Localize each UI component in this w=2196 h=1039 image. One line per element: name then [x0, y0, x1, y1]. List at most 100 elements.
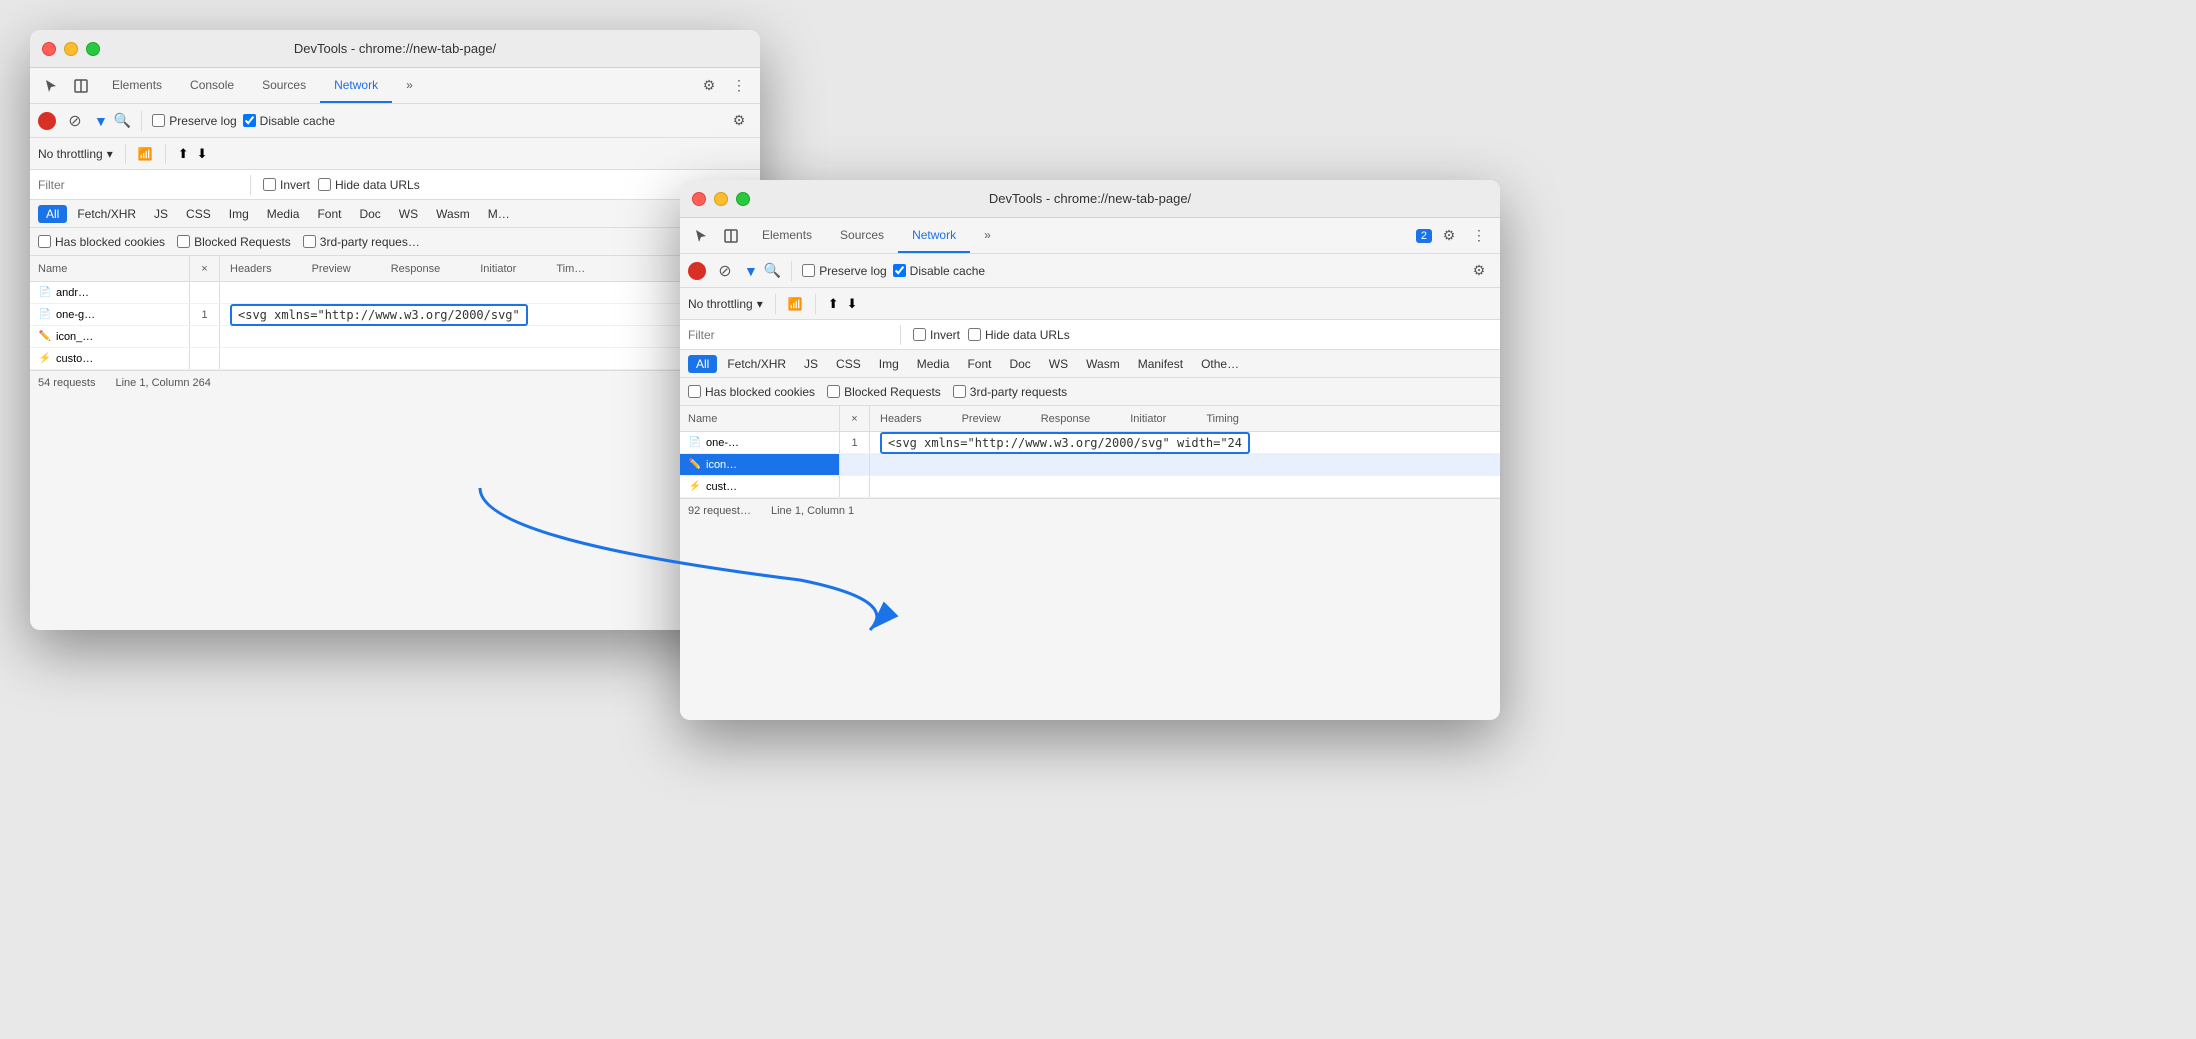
minimize-button-1[interactable]: [64, 42, 78, 56]
preserve-log-checkbox-1[interactable]: Preserve log: [152, 114, 236, 128]
filter-manifest-2[interactable]: Manifest: [1130, 355, 1191, 373]
invert-input-2[interactable]: [913, 328, 926, 341]
table-row-icon[interactable]: ✏️ icon_…: [30, 326, 760, 348]
search-icon-2[interactable]: 🔍: [764, 262, 781, 279]
third-party-checkbox-1[interactable]: 3rd-party reques…: [303, 235, 420, 249]
blocked-cookies-input-2[interactable]: [688, 385, 701, 398]
filter-icon-2[interactable]: ▼: [744, 263, 758, 279]
disable-cache-checkbox-2[interactable]: Disable cache: [893, 264, 985, 278]
filter-css-1[interactable]: CSS: [178, 205, 219, 223]
more-icon-1[interactable]: ⋮: [726, 73, 752, 99]
maximize-button-2[interactable]: [736, 192, 750, 206]
cursor-icon-2[interactable]: [688, 223, 714, 249]
filter-input-2[interactable]: [688, 328, 888, 342]
third-party-checkbox-2[interactable]: 3rd-party requests: [953, 385, 1067, 399]
blocked-cookies-input-1[interactable]: [38, 235, 51, 248]
panels-icon-2[interactable]: [718, 223, 744, 249]
filter-ws-2[interactable]: WS: [1041, 355, 1076, 373]
blocked-requests-input-2[interactable]: [827, 385, 840, 398]
filter-all-1[interactable]: All: [38, 205, 67, 223]
maximize-button-1[interactable]: [86, 42, 100, 56]
preserve-log-checkbox-2[interactable]: Preserve log: [802, 264, 886, 278]
tab-sources-2[interactable]: Sources: [826, 218, 898, 253]
preserve-log-input-2[interactable]: [802, 264, 815, 277]
filter-icon-1[interactable]: ▼: [94, 113, 108, 129]
close-button-2[interactable]: [692, 192, 706, 206]
hide-data-checkbox-1[interactable]: Hide data URLs: [318, 178, 420, 192]
third-party-input-2[interactable]: [953, 385, 966, 398]
tab-elements-2[interactable]: Elements: [748, 218, 826, 253]
filter-all-2[interactable]: All: [688, 355, 717, 373]
disable-cache-input-1[interactable]: [243, 114, 256, 127]
blocked-cookies-checkbox-2[interactable]: Has blocked cookies: [688, 385, 815, 399]
table-row-oneg[interactable]: 📄 one-g… 1 <svg xmlns="http://www.w3.org…: [30, 304, 760, 326]
filter-img-2[interactable]: Img: [871, 355, 907, 373]
close-button-1[interactable]: [42, 42, 56, 56]
invert-checkbox-1[interactable]: Invert: [263, 178, 310, 192]
blocked-requests-input-1[interactable]: [177, 235, 190, 248]
table-row-cust-2[interactable]: ⚡ cust…: [680, 476, 1500, 498]
search-icon-1[interactable]: 🔍: [114, 112, 131, 129]
disable-cache-checkbox-1[interactable]: Disable cache: [243, 114, 335, 128]
filter-input-1[interactable]: [38, 178, 238, 192]
cursor-icon[interactable]: [38, 73, 64, 99]
tab-console-1[interactable]: Console: [176, 68, 248, 103]
filter-media-1[interactable]: Media: [259, 205, 308, 223]
filter-js-2[interactable]: JS: [796, 355, 826, 373]
filter-wasm-2[interactable]: Wasm: [1078, 355, 1128, 373]
filter-xhr-2[interactable]: Fetch/XHR: [719, 355, 794, 373]
filter-xhr-1[interactable]: Fetch/XHR: [69, 205, 144, 223]
hide-data-input-1[interactable]: [318, 178, 331, 191]
tab-network-2[interactable]: Network: [898, 218, 970, 253]
blocked-requests-checkbox-1[interactable]: Blocked Requests: [177, 235, 291, 249]
filter-wasm-1[interactable]: Wasm: [428, 205, 478, 223]
col-response-label-2: Response: [1041, 413, 1091, 425]
preserve-log-input-1[interactable]: [152, 114, 165, 127]
filter-doc-2[interactable]: Doc: [1001, 355, 1038, 373]
filter-font-2[interactable]: Font: [959, 355, 999, 373]
filter-doc-1[interactable]: Doc: [351, 205, 388, 223]
disable-cache-input-2[interactable]: [893, 264, 906, 277]
panels-icon[interactable]: [68, 73, 94, 99]
tab-more-1[interactable]: »: [392, 68, 427, 103]
filter-css-2[interactable]: CSS: [828, 355, 869, 373]
record-button-2[interactable]: [688, 262, 706, 280]
gear-icon-1[interactable]: ⚙: [696, 73, 722, 99]
invert-checkbox-2[interactable]: Invert: [913, 328, 960, 342]
window-title-1: DevTools - chrome://new-tab-page/: [294, 41, 496, 56]
record-button-1[interactable]: [38, 112, 56, 130]
filter-more-1[interactable]: M…: [480, 205, 518, 223]
row-x-cust-2: [840, 476, 870, 497]
settings-icon-1[interactable]: ⚙: [726, 108, 752, 134]
minimize-button-2[interactable]: [714, 192, 728, 206]
settings-icon-2[interactable]: ⚙: [1466, 258, 1492, 284]
table-row-custo[interactable]: ⚡ custo…: [30, 348, 760, 370]
hide-data-input-2[interactable]: [968, 328, 981, 341]
position-2: Line 1, Column 1: [771, 505, 854, 517]
blocked-cookies-checkbox-1[interactable]: Has blocked cookies: [38, 235, 165, 249]
stop-icon-2[interactable]: ⊘: [712, 258, 738, 284]
tab-sources-1[interactable]: Sources: [248, 68, 320, 103]
filter-media-2[interactable]: Media: [909, 355, 958, 373]
table-row-one-2[interactable]: 📄 one-… 1 <svg xmlns="http://www.w3.org/…: [680, 432, 1500, 454]
throttle-select-2[interactable]: No throttling ▾: [688, 297, 763, 311]
stop-icon-1[interactable]: ⊘: [62, 108, 88, 134]
table-row-icon-2[interactable]: ✏️ icon…: [680, 454, 1500, 476]
filter-js-1[interactable]: JS: [146, 205, 176, 223]
content-2: ⊘ ▼ 🔍 Preserve log Disable cache ⚙ No th…: [680, 254, 1500, 522]
filter-img-1[interactable]: Img: [221, 205, 257, 223]
invert-input-1[interactable]: [263, 178, 276, 191]
separator-8: [900, 325, 901, 345]
throttle-select-1[interactable]: No throttling ▾: [38, 147, 113, 161]
filter-font-1[interactable]: Font: [309, 205, 349, 223]
filter-other-2[interactable]: Othe…: [1193, 355, 1247, 373]
more-icon-2[interactable]: ⋮: [1466, 223, 1492, 249]
filter-ws-1[interactable]: WS: [391, 205, 426, 223]
tab-elements-1[interactable]: Elements: [98, 68, 176, 103]
hide-data-checkbox-2[interactable]: Hide data URLs: [968, 328, 1070, 342]
blocked-requests-checkbox-2[interactable]: Blocked Requests: [827, 385, 941, 399]
tab-more-2[interactable]: »: [970, 218, 1005, 253]
third-party-input-1[interactable]: [303, 235, 316, 248]
gear-icon-2[interactable]: ⚙: [1436, 223, 1462, 249]
tab-network-1[interactable]: Network: [320, 68, 392, 103]
